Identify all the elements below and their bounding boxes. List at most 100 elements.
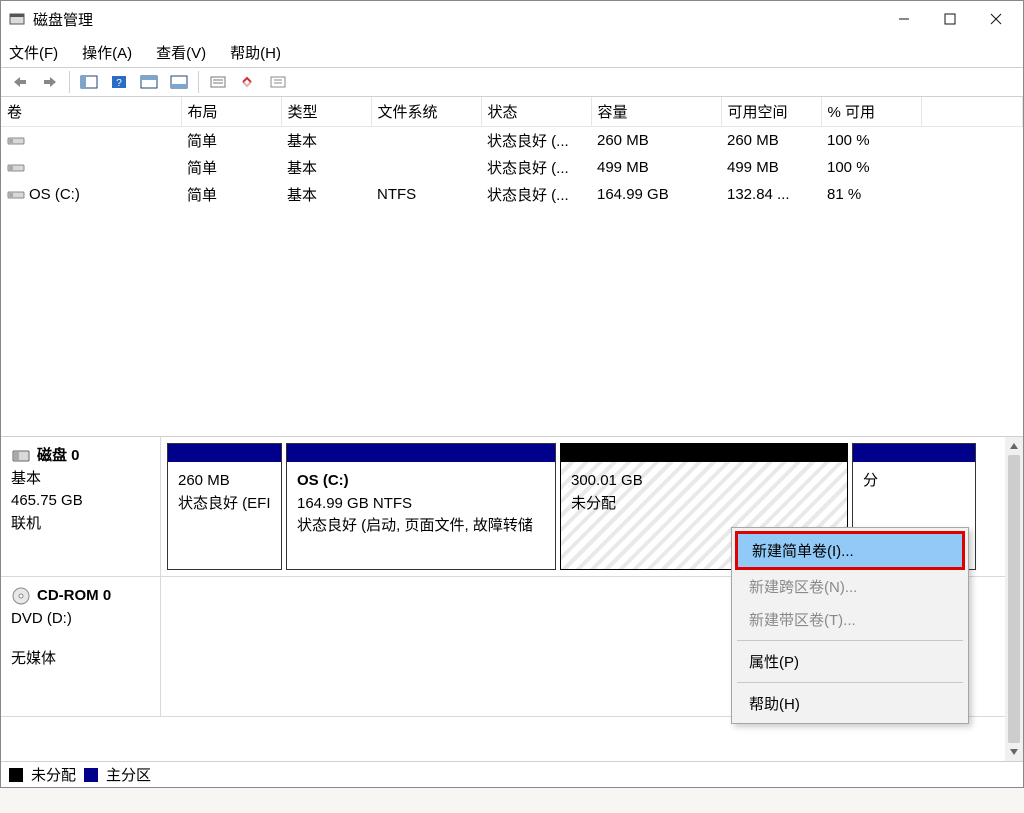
vertical-scrollbar[interactable] (1005, 437, 1023, 761)
scroll-up-icon[interactable] (1005, 437, 1023, 455)
settings-button[interactable] (205, 71, 231, 93)
vol-capacity: 499 MB (591, 154, 721, 181)
volume-icon (7, 189, 25, 201)
vol-fs: NTFS (371, 181, 481, 208)
volume-table: 卷 布局 类型 文件系统 状态 容量 可用空间 % 可用 简单基本状态良好 (.… (1, 97, 1023, 437)
partition-size: 300.01 GB (571, 470, 837, 493)
col-pctfree[interactable]: % 可用 (821, 97, 921, 127)
menu-separator (737, 682, 963, 683)
vol-status: 状态良好 (... (481, 127, 591, 155)
menu-separator (737, 640, 963, 641)
partition-size: 260 MB (178, 470, 271, 493)
col-free[interactable]: 可用空间 (721, 97, 821, 127)
partition-header (287, 444, 555, 462)
vol-pctfree: 100 % (821, 154, 921, 181)
col-fs[interactable]: 文件系统 (371, 97, 481, 127)
col-status[interactable]: 状态 (481, 97, 591, 127)
refresh-button[interactable] (235, 71, 261, 93)
menu-new-spanned-volume: 新建跨区卷(N)... (735, 570, 965, 603)
col-volume[interactable]: 卷 (1, 97, 181, 127)
app-icon (9, 11, 25, 27)
context-menu: 新建简单卷(I)... 新建跨区卷(N)... 新建带区卷(T)... 属性(P… (731, 527, 969, 724)
menu-help[interactable]: 帮助(H) (230, 42, 281, 63)
legend-swatch-primary (84, 768, 98, 782)
page-footer-space (0, 788, 1024, 813)
table-row[interactable]: 简单基本状态良好 (...260 MB260 MB100 % (1, 127, 1023, 155)
vol-status: 状态良好 (... (481, 154, 591, 181)
vol-fs (371, 154, 481, 181)
view-top-button[interactable] (136, 71, 162, 93)
vol-pctfree: 81 % (821, 181, 921, 208)
maximize-button[interactable] (927, 3, 973, 35)
show-console-tree-button[interactable] (76, 71, 102, 93)
properties-button[interactable] (265, 71, 291, 93)
back-button[interactable] (7, 71, 33, 93)
vol-layout: 简单 (181, 154, 281, 181)
vol-pctfree: 100 % (821, 127, 921, 155)
vol-type: 基本 (281, 154, 371, 181)
vol-fs (371, 127, 481, 155)
col-layout[interactable]: 布局 (181, 97, 281, 127)
disk-type: DVD (D:) (11, 608, 150, 631)
partition-header (561, 444, 847, 462)
table-row[interactable]: 简单基本状态良好 (...499 MB499 MB100 % (1, 154, 1023, 181)
vol-capacity: 260 MB (591, 127, 721, 155)
menu-new-simple-volume[interactable]: 新建简单卷(I)... (738, 534, 962, 567)
menubar: 文件(F) 操作(A) 查看(V) 帮助(H) (1, 37, 1023, 67)
disk-icon (11, 446, 31, 466)
close-button[interactable] (973, 3, 1019, 35)
partition-title: OS (C:) (297, 470, 545, 493)
partition[interactable]: 260 MB状态良好 (EFI (167, 443, 282, 570)
col-capacity[interactable]: 容量 (591, 97, 721, 127)
partition-status: 分 (863, 470, 965, 493)
volume-icon (7, 135, 25, 147)
vol-capacity: 164.99 GB (591, 181, 721, 208)
menu-help[interactable]: 帮助(H) (735, 687, 965, 720)
forward-button[interactable] (37, 71, 63, 93)
svg-text:?: ? (116, 78, 122, 89)
partition-header (168, 444, 281, 462)
partition[interactable]: OS (C:)164.99 GB NTFS状态良好 (启动, 页面文件, 故障转… (286, 443, 556, 570)
col-spacer (921, 97, 1023, 127)
disk-state: 无媒体 (11, 648, 150, 671)
menu-file[interactable]: 文件(F) (9, 42, 58, 63)
disk-state: 联机 (11, 513, 150, 536)
legend: 未分配 主分区 (1, 761, 1023, 787)
partition-status: 状态良好 (启动, 页面文件, 故障转储 (297, 515, 545, 538)
toolbar-separator (69, 71, 70, 93)
disk-label-panel[interactable]: 磁盘 0基本465.75 GB联机 (1, 437, 161, 576)
table-row[interactable]: OS (C:) 简单基本NTFS状态良好 (...164.99 GB132.84 … (1, 181, 1023, 208)
highlighted-menu-item-box: 新建简单卷(I)... (735, 531, 965, 570)
partition-size: 164.99 GB NTFS (297, 493, 545, 516)
col-type[interactable]: 类型 (281, 97, 371, 127)
menu-action[interactable]: 操作(A) (82, 42, 132, 63)
disk-type: 基本 (11, 468, 150, 491)
titlebar: 磁盘管理 (1, 1, 1023, 37)
legend-unallocated: 未分配 (31, 764, 76, 785)
disk-label-panel[interactable]: CD-ROM 0DVD (D:) 无媒体 (1, 577, 161, 716)
table-header-row: 卷 布局 类型 文件系统 状态 容量 可用空间 % 可用 (1, 97, 1023, 127)
vol-name: OS (C:) (29, 186, 80, 203)
menu-properties[interactable]: 属性(P) (735, 645, 965, 678)
toolbar: ? (1, 67, 1023, 97)
view-bottom-button[interactable] (166, 71, 192, 93)
scroll-thumb[interactable] (1008, 455, 1020, 743)
vol-free: 132.84 ... (721, 181, 821, 208)
vol-type: 基本 (281, 181, 371, 208)
partition-status: 状态良好 (EFI (178, 493, 271, 516)
volume-icon (7, 162, 25, 174)
partition-header (853, 444, 975, 462)
legend-swatch-unallocated (9, 768, 23, 782)
minimize-button[interactable] (881, 3, 927, 35)
menu-view[interactable]: 查看(V) (156, 42, 206, 63)
scroll-down-icon[interactable] (1005, 743, 1023, 761)
help-button[interactable]: ? (106, 71, 132, 93)
vol-type: 基本 (281, 127, 371, 155)
vol-status: 状态良好 (... (481, 181, 591, 208)
disk-size: 465.75 GB (11, 490, 150, 513)
disk-name: 磁盘 0 (37, 445, 80, 468)
legend-primary: 主分区 (106, 764, 151, 785)
disk-name: CD-ROM 0 (37, 585, 111, 608)
vol-free: 260 MB (721, 127, 821, 155)
vol-layout: 简单 (181, 181, 281, 208)
